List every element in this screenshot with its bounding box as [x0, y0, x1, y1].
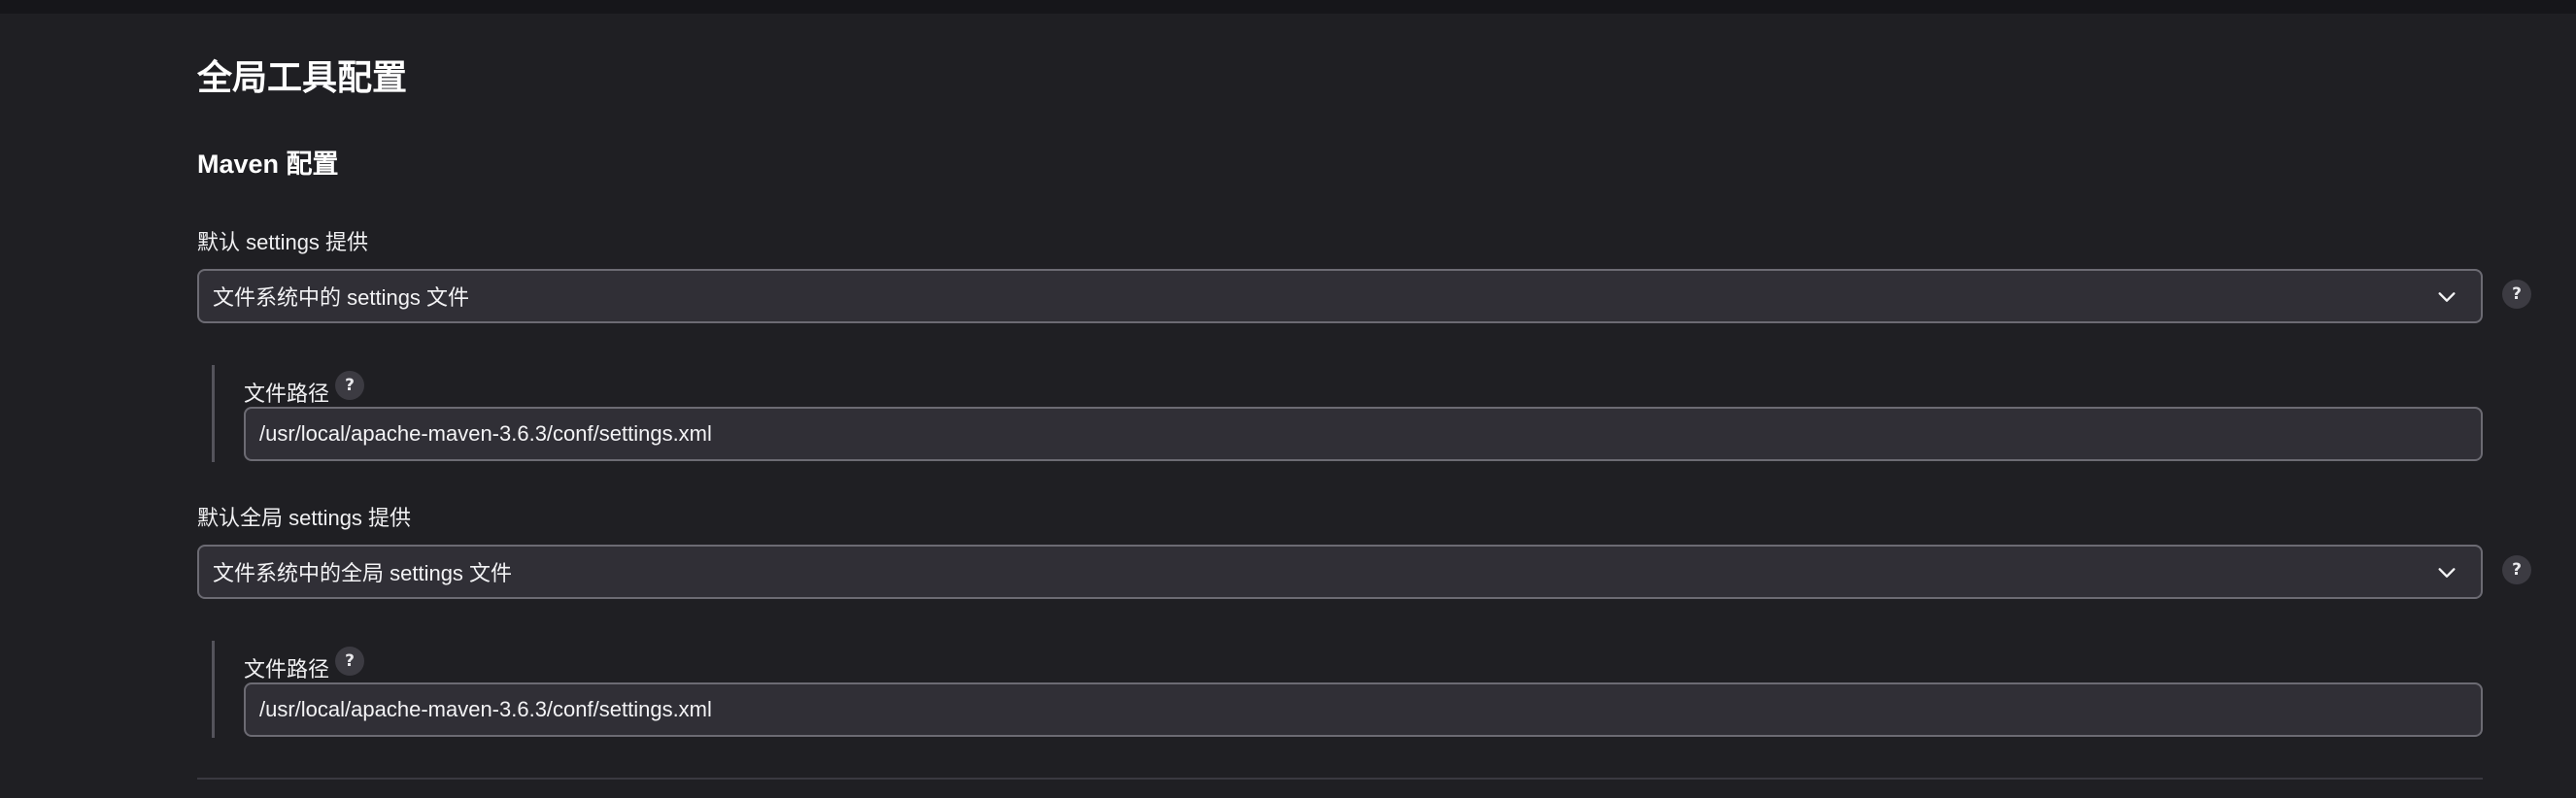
- settings-provider-label: 默认 settings 提供: [197, 230, 369, 254]
- settings-file-path-input[interactable]: [244, 407, 2483, 461]
- global-settings-file-path-help-icon[interactable]: ?: [335, 647, 364, 676]
- settings-provider-help-icon[interactable]: ?: [2502, 280, 2531, 309]
- settings-file-path-group: 文件路径 ?: [212, 365, 2485, 462]
- settings-file-path-help-icon[interactable]: ?: [335, 371, 364, 400]
- top-bar: [0, 0, 2576, 14]
- chevron-down-icon: [2438, 292, 2456, 302]
- global-settings-provider-label: 默认全局 settings 提供: [197, 506, 412, 530]
- nested-rule: [212, 365, 215, 462]
- settings-provider-selected: 文件系统中的 settings 文件: [213, 285, 470, 310]
- chevron-down-icon: [2438, 568, 2456, 578]
- section-divider: [197, 778, 2483, 780]
- nested-rule: [212, 641, 215, 738]
- global-settings-file-path-input[interactable]: [244, 682, 2483, 737]
- global-settings-provider-select[interactable]: 文件系统中的全局 settings 文件: [197, 545, 2483, 599]
- settings-file-path-label: 文件路径: [244, 382, 330, 406]
- global-settings-provider-help-icon[interactable]: ?: [2502, 555, 2531, 584]
- global-settings-file-path-group: 文件路径 ?: [212, 641, 2485, 738]
- maven-section-title: Maven 配置: [197, 150, 339, 179]
- global-settings-provider-selected: 文件系统中的全局 settings 文件: [213, 561, 513, 585]
- page-title: 全局工具配置: [197, 57, 408, 97]
- settings-provider-select[interactable]: 文件系统中的 settings 文件: [197, 269, 2483, 323]
- global-settings-file-path-label: 文件路径: [244, 657, 330, 682]
